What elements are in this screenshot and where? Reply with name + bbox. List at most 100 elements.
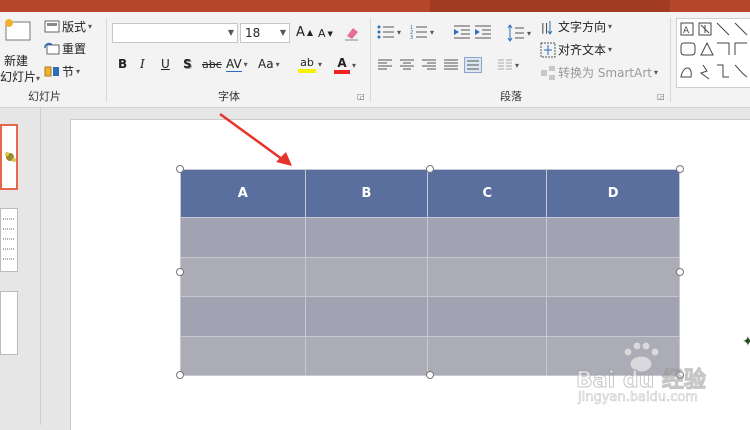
- character-spacing-icon: AV: [226, 57, 242, 72]
- line-spacing-icon: [507, 24, 524, 42]
- text-direction-icon: ||: [541, 20, 553, 35]
- table-header-cell[interactable]: D: [546, 169, 680, 218]
- shadow-button[interactable]: S: [183, 57, 192, 71]
- highlighter-icon: ab: [298, 56, 316, 73]
- new-slide-button[interactable]: 新建 幻灯片▾: [0, 16, 41, 84]
- align-center-button[interactable]: [399, 58, 415, 72]
- change-case-icon: Aa: [258, 57, 274, 71]
- table-cell[interactable]: [427, 335, 548, 376]
- table-cell[interactable]: [180, 217, 306, 258]
- font-color-letter: A: [337, 56, 347, 70]
- table-cell[interactable]: [304, 217, 429, 258]
- table-header-cell[interactable]: B: [304, 169, 429, 218]
- section-button[interactable]: 节 ▾: [44, 63, 80, 80]
- layout-icon: [44, 20, 60, 33]
- table-cell[interactable]: [304, 256, 429, 297]
- distributed-button[interactable]: [464, 57, 482, 73]
- bold-button[interactable]: B: [118, 57, 127, 71]
- columns-icon: [498, 59, 512, 70]
- separator: [106, 18, 107, 102]
- slide-thumbnail-selected[interactable]: [0, 124, 18, 190]
- paragraph-group-label: 段落: [500, 90, 522, 103]
- align-text-button[interactable]: 对齐文本 ▾: [540, 41, 612, 58]
- distributed-icon: [464, 57, 482, 73]
- svg-text:3: 3: [410, 35, 413, 40]
- slide-thumbnail-panel[interactable]: [0, 108, 41, 425]
- text-direction-label: 文字方向: [558, 20, 607, 34]
- table-header-cell[interactable]: C: [427, 169, 548, 218]
- clear-formatting-button[interactable]: [344, 25, 360, 41]
- table-header-row: A B C D: [180, 169, 680, 218]
- resize-handle-bottom-left[interactable]: [176, 371, 184, 379]
- convert-smartart-button[interactable]: 转换为 SmartArt ▾: [540, 64, 658, 81]
- bullets-icon: [377, 25, 394, 39]
- highlight-color-button[interactable]: ab ▾: [298, 56, 322, 73]
- align-left-button[interactable]: [377, 58, 393, 72]
- underline-button[interactable]: U: [161, 57, 170, 71]
- table-cell[interactable]: [427, 217, 548, 258]
- character-spacing-button[interactable]: AV ▾: [226, 57, 248, 72]
- increase-indent-button[interactable]: [474, 24, 492, 40]
- highlight-letter: ab: [300, 56, 314, 69]
- strikethrough-icon: abc: [202, 58, 222, 71]
- slide-thumbnail[interactable]: [0, 208, 18, 272]
- align-left-icon: [378, 59, 392, 70]
- italic-button[interactable]: I: [140, 57, 145, 71]
- font-group-label: 字体: [218, 90, 240, 103]
- shrink-font-button[interactable]: A ▼: [318, 27, 333, 40]
- font-name-combo[interactable]: ▼: [112, 23, 238, 43]
- paragraph-dialog-launcher-icon[interactable]: ◲: [657, 92, 665, 101]
- svg-text:A: A: [683, 26, 690, 36]
- thumbnail-text-lines: [3, 218, 15, 260]
- table-cell[interactable]: [546, 217, 680, 258]
- numbering-button[interactable]: 1 2 3 ▾: [410, 24, 434, 40]
- slide-thumbnail[interactable]: [0, 291, 18, 355]
- layout-button[interactable]: 版式 ▾: [44, 18, 92, 35]
- title-bar-caption-area: [430, 0, 670, 12]
- decrease-indent-icon: [454, 25, 470, 39]
- chevron-down-icon: ▼: [227, 28, 234, 37]
- resize-handle-bottom-middle[interactable]: [426, 371, 434, 379]
- bullets-button[interactable]: ▾: [377, 24, 401, 40]
- table-cell[interactable]: [304, 296, 429, 337]
- justify-button[interactable]: [443, 58, 459, 72]
- reset-button[interactable]: 重置: [44, 40, 86, 57]
- align-right-button[interactable]: [421, 58, 437, 72]
- change-case-button[interactable]: Aa ▾: [258, 57, 280, 71]
- resize-handle-middle-right[interactable]: [676, 268, 684, 276]
- section-icon: [44, 66, 59, 77]
- font-color-icon: A: [334, 56, 350, 74]
- resize-handle-top-left[interactable]: [176, 165, 184, 173]
- strikethrough-button[interactable]: abc: [202, 58, 222, 71]
- table-row: [180, 256, 680, 297]
- resize-handle-middle-left[interactable]: [176, 268, 184, 276]
- line-spacing-button[interactable]: ▾: [507, 24, 531, 42]
- table-cell[interactable]: [427, 296, 548, 337]
- increase-indent-icon: [475, 25, 491, 39]
- font-color-button[interactable]: A ▾: [334, 56, 356, 74]
- decrease-indent-button[interactable]: [453, 24, 471, 40]
- new-slide-label-2: 幻灯片▾: [0, 70, 41, 84]
- table-cell[interactable]: [304, 335, 429, 376]
- grow-font-button[interactable]: A ▲: [296, 25, 313, 40]
- table-cell[interactable]: [180, 296, 306, 337]
- table-header-cell[interactable]: A: [180, 169, 306, 218]
- align-right-icon: [422, 59, 436, 70]
- text-direction-button[interactable]: || 文字方向 ▾: [540, 18, 612, 35]
- table-cell[interactable]: [180, 256, 306, 297]
- table-cell[interactable]: [427, 256, 548, 297]
- reset-icon: [44, 42, 60, 55]
- columns-button[interactable]: ▾: [497, 58, 519, 72]
- ribbon: 新建 幻灯片▾ 版式 ▾ 重置 节 ▾ 幻灯片 ▼ 18 ▼ A ▲ A ▼ B I U…: [0, 12, 750, 108]
- table-cell[interactable]: [546, 296, 680, 337]
- bold-icon: B: [118, 57, 128, 71]
- font-size-combo[interactable]: 18 ▼: [240, 23, 290, 43]
- resize-handle-top-middle[interactable]: [426, 165, 434, 173]
- font-dialog-launcher-icon[interactable]: ◲: [357, 92, 365, 101]
- shapes-gallery[interactable]: A: [676, 18, 750, 88]
- resize-handle-top-right[interactable]: [676, 165, 684, 173]
- table-cell[interactable]: [180, 335, 306, 376]
- reset-label: 重置: [62, 42, 87, 56]
- eraser-icon: [345, 28, 358, 41]
- table-cell[interactable]: [546, 256, 680, 297]
